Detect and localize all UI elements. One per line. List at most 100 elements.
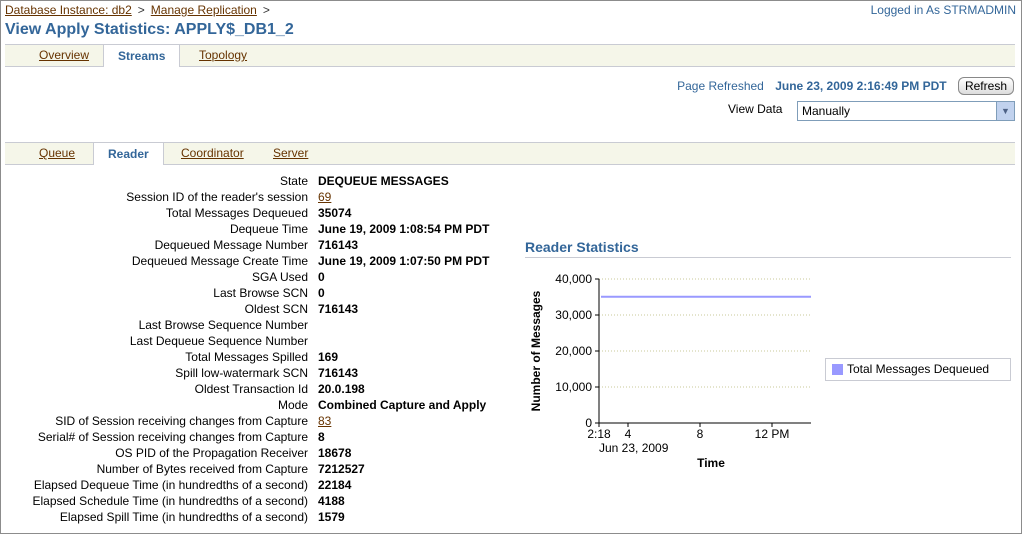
property-value: 0 bbox=[318, 270, 325, 284]
property-label: Oldest Transaction Id bbox=[194, 382, 308, 396]
property-value: 4188 bbox=[318, 494, 345, 508]
property-label: Session ID of the reader's session bbox=[126, 190, 308, 204]
x-tick-label: 8 bbox=[697, 427, 704, 441]
property-label: Elapsed Dequeue Time (in hundredths of a… bbox=[33, 478, 308, 492]
property-row: Dequeue Time June 19, 2009 1:08:54 PM PDT bbox=[0, 222, 520, 238]
x-tick-label: 2:18 bbox=[587, 427, 611, 441]
property-label: SID of Session receiving changes from Ca… bbox=[55, 414, 308, 428]
view-data-label: View Data bbox=[728, 102, 783, 116]
page-refreshed-time: June 23, 2009 2:16:49 PM PDT bbox=[775, 79, 947, 93]
property-row: Total Messages Spilled 169 bbox=[0, 350, 520, 366]
property-row: Total Messages Dequeued 35074 bbox=[0, 206, 520, 222]
property-row: SGA Used 0 bbox=[0, 270, 520, 286]
property-label: Serial# of Session receiving changes fro… bbox=[37, 430, 308, 444]
property-label: Dequeued Message Create Time bbox=[131, 254, 308, 268]
x-axis-label: Time bbox=[697, 456, 725, 470]
legend-label: Total Messages Dequeued bbox=[847, 362, 990, 376]
property-row: Elapsed Spill Time (in hundredths of a s… bbox=[0, 510, 520, 526]
property-value: 20.0.198 bbox=[318, 382, 365, 396]
view-data-selected: Manually bbox=[802, 104, 851, 118]
y-axis-label: Number of Messages bbox=[529, 290, 543, 411]
property-value: 716143 bbox=[318, 302, 359, 316]
property-label: Last Browse SCN bbox=[213, 286, 308, 300]
property-row: Last Dequeue Sequence Number bbox=[0, 334, 520, 350]
property-value: 716143 bbox=[318, 366, 359, 380]
property-label: Spill low-watermark SCN bbox=[175, 366, 308, 380]
subtab-coordinator[interactable]: Coordinator bbox=[167, 144, 258, 163]
property-row: Oldest Transaction Id 20.0.198 bbox=[0, 382, 520, 398]
property-value: 35074 bbox=[318, 206, 352, 220]
tab-topology[interactable]: Topology bbox=[185, 46, 261, 65]
property-label: OS PID of the Propagation Receiver bbox=[115, 446, 308, 460]
reader-subtabs: Queue Reader Coordinator Server bbox=[5, 142, 1015, 165]
breadcrumb-manage-replication[interactable]: Manage Replication bbox=[151, 3, 257, 17]
property-value: 169 bbox=[318, 350, 339, 364]
legend-swatch bbox=[832, 364, 843, 375]
property-row: OS PID of the Propagation Receiver 18678 bbox=[0, 446, 520, 462]
subtab-server[interactable]: Server bbox=[259, 144, 322, 163]
y-tick-label: 40,000 bbox=[555, 272, 592, 286]
tab-streams[interactable]: Streams bbox=[103, 44, 181, 67]
y-tick-label: 10,000 bbox=[555, 380, 592, 394]
property-label: Total Messages Dequeued bbox=[165, 206, 308, 220]
subtab-reader[interactable]: Reader bbox=[93, 142, 164, 165]
property-label: Last Browse Sequence Number bbox=[138, 318, 308, 332]
property-value: 18678 bbox=[318, 446, 352, 460]
property-label: Dequeue Time bbox=[229, 222, 308, 236]
property-value: 7212527 bbox=[318, 462, 365, 476]
property-label: State bbox=[279, 174, 308, 188]
property-value-link[interactable]: 69 bbox=[318, 190, 331, 204]
subtab-queue[interactable]: Queue bbox=[25, 144, 89, 163]
property-value: Combined Capture and Apply bbox=[318, 398, 487, 412]
property-value: 716143 bbox=[318, 238, 359, 252]
property-row: Last Browse Sequence Number bbox=[0, 318, 520, 334]
x-tick-label: 4 bbox=[625, 427, 632, 441]
property-value-link[interactable]: 83 bbox=[318, 414, 331, 428]
view-data-select[interactable]: Manually ▼ bbox=[797, 101, 1015, 121]
property-row: State DEQUEUE MESSAGES bbox=[0, 174, 520, 190]
property-label: Elapsed Schedule Time (in hundredths of … bbox=[32, 494, 308, 508]
property-row: Last Browse SCN 0 bbox=[0, 286, 520, 302]
property-row: Dequeued Message Number 716143 bbox=[0, 238, 520, 254]
property-label: Last Dequeue Sequence Number bbox=[129, 334, 308, 348]
breadcrumb-separator: > bbox=[262, 3, 270, 17]
property-value: 22184 bbox=[318, 478, 352, 492]
page-title: View Apply Statistics: APPLY$_DB1_2 bbox=[5, 21, 294, 38]
property-label: SGA Used bbox=[251, 270, 308, 284]
chart-legend: Total Messages Dequeued bbox=[825, 358, 1011, 381]
property-label: Oldest SCN bbox=[244, 302, 308, 316]
property-value: June 19, 2009 1:07:50 PM PDT bbox=[318, 254, 490, 268]
tab-overview[interactable]: Overview bbox=[25, 46, 103, 65]
property-row: Mode Combined Capture and Apply bbox=[0, 398, 520, 414]
x-tick-label: 12 PM bbox=[755, 427, 790, 441]
property-label: Number of Bytes received from Capture bbox=[96, 462, 308, 476]
y-tick-label: 30,000 bbox=[555, 308, 592, 322]
property-label: Elapsed Spill Time (in hundredths of a s… bbox=[59, 510, 308, 524]
property-value: June 19, 2009 1:08:54 PM PDT bbox=[318, 222, 490, 236]
property-row: Dequeued Message Create Time June 19, 200… bbox=[0, 254, 520, 270]
property-row: Serial# of Session receiving changes fro… bbox=[0, 430, 520, 446]
reader-statistics-chart: 010,00020,00030,00040,0002:18 4 8 12 PMJun … bbox=[529, 272, 811, 470]
property-row: Elapsed Schedule Time (in hundredths of … bbox=[0, 494, 520, 510]
refresh-button[interactable]: Refresh bbox=[957, 77, 1014, 95]
x-date-label: Jun 23, 2009 bbox=[599, 441, 669, 455]
property-row: Oldest SCN 716143 bbox=[0, 302, 520, 318]
property-value: 1579 bbox=[318, 510, 345, 524]
chevron-down-icon[interactable]: ▼ bbox=[996, 102, 1014, 120]
breadcrumb-database-instance[interactable]: Database Instance: db2 bbox=[5, 3, 132, 17]
breadcrumb-separator: > bbox=[137, 3, 145, 17]
refresh-row: Page Refreshed June 23, 2009 2:16:49 PM … bbox=[677, 77, 1014, 95]
reader-statistics-title: Reader Statistics bbox=[525, 239, 1011, 258]
property-value: 8 bbox=[318, 430, 325, 444]
primary-tabs: Overview Streams Topology bbox=[5, 44, 1015, 67]
property-row: Spill low-watermark SCN 716143 bbox=[0, 366, 520, 382]
property-value: DEQUEUE MESSAGES bbox=[318, 174, 449, 188]
property-value: 0 bbox=[318, 286, 325, 300]
breadcrumb: Database Instance: db2 > Manage Replicatio… bbox=[5, 3, 276, 17]
logged-in-user: Logged in As STRMADMIN bbox=[870, 3, 1016, 17]
property-row: Number of Bytes received from Capture 721… bbox=[0, 462, 520, 478]
y-tick-label: 20,000 bbox=[555, 344, 592, 358]
property-row: SID of Session receiving changes from Ca… bbox=[0, 414, 520, 430]
property-label: Total Messages Spilled bbox=[185, 350, 308, 364]
page-refreshed-label: Page Refreshed bbox=[677, 79, 764, 93]
